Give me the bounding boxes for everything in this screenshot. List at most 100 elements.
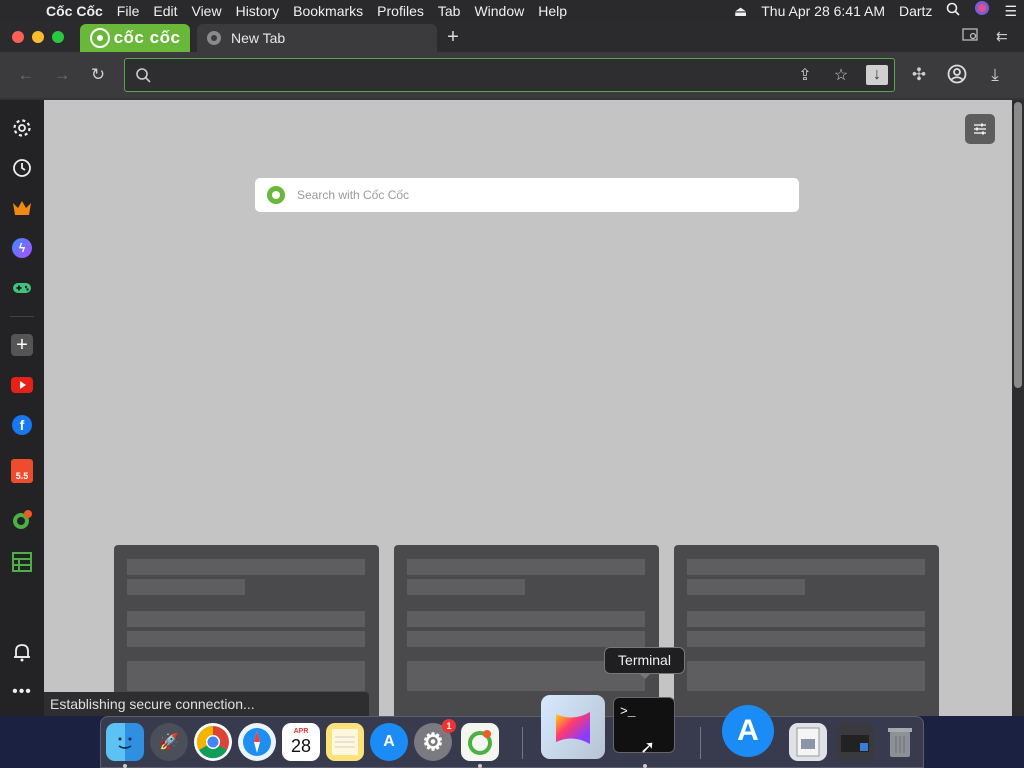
menu-file[interactable]: File <box>110 0 147 22</box>
grapher-app-icon[interactable] <box>541 695 605 759</box>
new-tab-page <box>44 100 1012 716</box>
coccoc-browser-icon[interactable] <box>461 723 499 761</box>
siri-icon[interactable] <box>967 0 997 22</box>
gamepad-icon[interactable] <box>10 276 34 300</box>
address-input[interactable] <box>159 65 759 85</box>
menu-app-name[interactable]: Cốc Cốc <box>40 0 110 22</box>
extensions-puzzle-icon[interactable]: ✣ <box>908 64 930 86</box>
tab-strip: cốc cốc New Tab + ⇇ <box>0 22 1024 52</box>
macos-dock: 🚀 APR 28 A ⚙ 1 >_ A <box>100 695 924 768</box>
crown-icon[interactable] <box>10 196 34 220</box>
spotlight-search-icon[interactable] <box>939 0 967 22</box>
tab-title: New Tab <box>231 30 286 46</box>
notification-badge: 1 <box>442 719 456 733</box>
safari-compass-icon[interactable] <box>238 723 276 761</box>
history-icon[interactable] <box>10 156 34 180</box>
profile-account-icon[interactable] <box>946 64 968 86</box>
control-center-icon[interactable]: ☰ <box>997 0 1024 22</box>
installer-document-icon[interactable] <box>789 723 827 761</box>
chrome-icon[interactable] <box>194 723 232 761</box>
shopee-badge-label: 5.5 <box>11 459 33 483</box>
scrollbar-thumb[interactable] <box>1014 102 1022 388</box>
add-tab-button[interactable]: + <box>442 26 464 48</box>
app-store-icon[interactable]: A <box>370 723 408 761</box>
address-search-icon <box>135 67 151 88</box>
mouse-cursor-icon: ➚ <box>640 737 656 757</box>
menubar-status-area: ⏏ Thu Apr 28 6:41 AM Dartz ☰ <box>727 0 1024 22</box>
address-bar[interactable]: ⇪ ☆ ↓ <box>124 58 895 92</box>
coccoc-brand-tab[interactable]: cốc cốc <box>80 24 190 52</box>
newtab-search-box[interactable] <box>255 178 799 212</box>
menubar-user[interactable]: Dartz <box>892 0 939 22</box>
menu-help[interactable]: Help <box>531 0 574 22</box>
placeholder-line <box>127 559 365 575</box>
notes-app-icon[interactable] <box>326 723 364 761</box>
facebook-icon[interactable]: f <box>10 413 34 437</box>
running-indicator <box>643 764 647 768</box>
menu-bookmarks[interactable]: Bookmarks <box>286 0 370 22</box>
menu-profiles[interactable]: Profiles <box>370 0 431 22</box>
window-maximize-button[interactable] <box>52 31 64 43</box>
sidebar-toggle-icon[interactable]: ⇇ <box>996 28 1008 45</box>
more-icon[interactable]: ••• <box>10 680 34 704</box>
finder-icon[interactable] <box>106 723 144 761</box>
news-card-placeholder[interactable] <box>394 545 659 716</box>
back-button[interactable]: ← <box>15 64 37 86</box>
launchpad-rocket-icon[interactable]: 🚀 <box>150 723 188 761</box>
share-icon[interactable]: ⇪ <box>794 65 816 85</box>
messenger-icon[interactable]: ϟ <box>10 236 34 260</box>
status-bubble: Establishing secure connection... <box>44 692 369 716</box>
plus-icon[interactable]: + <box>10 333 34 357</box>
forward-button[interactable]: → <box>51 64 73 86</box>
menu-edit[interactable]: Edit <box>146 0 184 22</box>
window-close-button[interactable] <box>12 31 24 43</box>
menu-window[interactable]: Window <box>467 0 531 22</box>
system-preferences-gear-icon[interactable]: ⚙ 1 <box>414 719 456 761</box>
app-store-download-icon[interactable]: A <box>722 705 774 757</box>
window-minimize-button[interactable] <box>32 31 44 43</box>
browser-window: cốc cốc New Tab + ⇇ ← → ↻ ⇪ ☆ ↓ ✣ ⤓ ϟ + … <box>0 22 1024 716</box>
tab-new-tab[interactable]: New Tab <box>197 24 437 52</box>
placeholder-line <box>407 611 645 627</box>
placeholder-block <box>127 661 365 691</box>
placeholder-block <box>687 661 925 691</box>
bookmark-star-icon[interactable]: ☆ <box>830 65 852 85</box>
placeholder-line <box>407 559 645 575</box>
news-card-placeholder[interactable] <box>114 545 379 716</box>
placeholder-line <box>687 611 925 627</box>
menubar-datetime[interactable]: Thu Apr 28 6:41 AM <box>754 0 892 22</box>
downloads-icon[interactable]: ⤓ <box>984 64 1006 86</box>
reload-button[interactable]: ↻ <box>87 64 109 86</box>
menu-history[interactable]: History <box>229 0 287 22</box>
calendar-day: 28 <box>290 736 312 756</box>
news-card-placeholder[interactable] <box>674 545 939 716</box>
placeholder-line <box>687 579 805 595</box>
gear-icon[interactable] <box>10 116 34 140</box>
sidebar-divider <box>10 316 34 317</box>
downloads-stack-icon[interactable] <box>836 723 874 761</box>
tab-search-icon[interactable] <box>962 28 980 45</box>
newtab-search-input[interactable] <box>297 188 737 202</box>
youtube-icon[interactable] <box>10 373 34 397</box>
eject-icon[interactable]: ⏏ <box>727 0 754 22</box>
page-settings-button[interactable] <box>965 114 995 144</box>
running-indicator <box>123 764 127 768</box>
savior-download-icon[interactable]: ↓ <box>866 65 888 85</box>
address-bar-actions: ⇪ ☆ ↓ <box>794 65 888 85</box>
terminal-prompt-label: >_ <box>620 704 636 719</box>
tab-favicon-icon <box>207 31 221 45</box>
trash-icon[interactable] <box>881 723 919 761</box>
bell-icon[interactable] <box>10 640 34 664</box>
calendar-month: APR <box>293 728 309 735</box>
notes-icon[interactable] <box>10 550 34 574</box>
running-indicator <box>478 764 482 768</box>
coccoc-icon[interactable] <box>10 508 34 532</box>
placeholder-line <box>127 631 365 647</box>
menu-view[interactable]: View <box>184 0 228 22</box>
menu-tab[interactable]: Tab <box>431 0 468 22</box>
shopping-bag-icon[interactable]: 5.5 <box>10 459 34 483</box>
calendar-icon[interactable]: APR 28 <box>282 723 320 761</box>
page-scrollbar[interactable] <box>1012 100 1024 716</box>
placeholder-line <box>407 579 525 595</box>
placeholder-line <box>687 631 925 647</box>
